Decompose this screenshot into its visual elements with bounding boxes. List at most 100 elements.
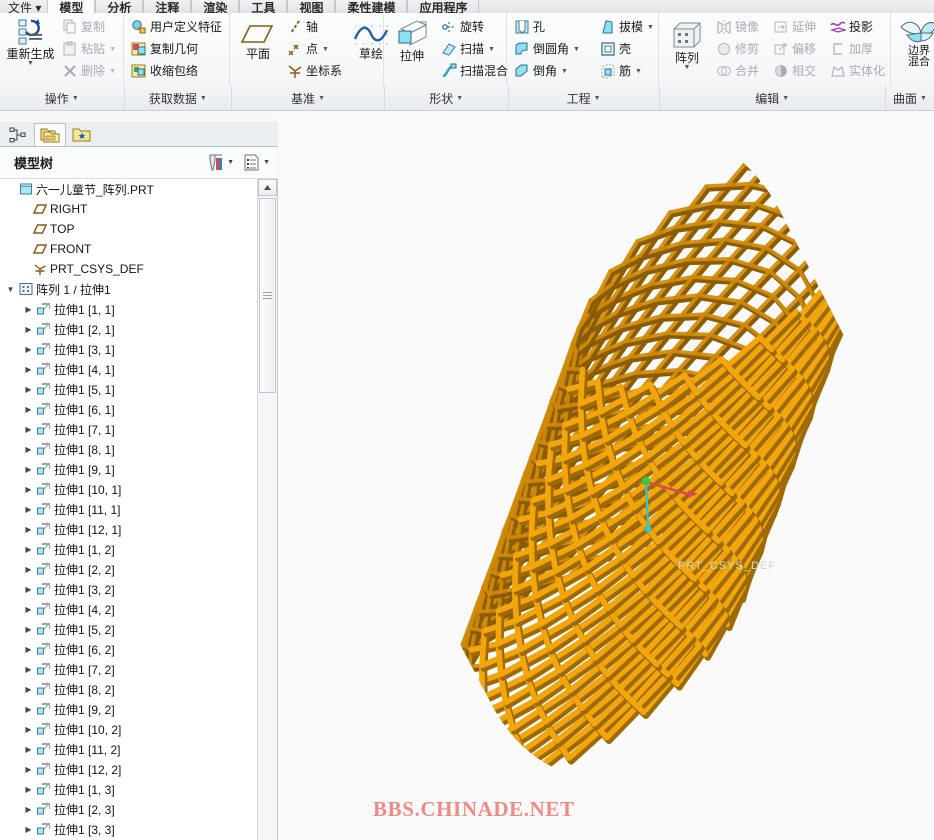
expand-toggle-icon[interactable]: ▶ [22, 325, 35, 334]
tab-0[interactable]: 文件 ▾ [2, 0, 47, 13]
copy-button[interactable]: 复制 [58, 16, 120, 38]
group-label-编辑[interactable]: 编辑 ▼ [660, 86, 886, 110]
extend-button[interactable]: 延伸 [769, 16, 820, 38]
expand-toggle-icon[interactable]: ▶ [22, 785, 35, 794]
chevron-down-icon[interactable]: ▼ [594, 95, 601, 102]
chevron-down-icon[interactable]: ▼ [322, 46, 329, 53]
chevron-down-icon[interactable]: ▼ [456, 95, 463, 102]
expand-toggle-icon[interactable]: ▶ [22, 365, 35, 374]
tree-row[interactable]: PRT_CSYS_DEF [0, 259, 256, 279]
chevron-down-icon[interactable]: ▼ [561, 68, 568, 75]
tree-row[interactable]: RIGHT [0, 199, 256, 219]
tree-row[interactable]: ▶ 拉伸1 [3, 1] [0, 339, 256, 359]
udf-button[interactable]: 用户定义特征 [127, 16, 226, 38]
tree-row[interactable]: ▶ 拉伸1 [3, 2] [0, 579, 256, 599]
scrollbar-track[interactable] [258, 196, 277, 840]
tree-row[interactable]: ▶ 拉伸1 [10, 1] [0, 479, 256, 499]
tree-row[interactable]: ▶ 拉伸1 [2, 1] [0, 319, 256, 339]
revolve-button[interactable]: 旋转 [437, 16, 512, 38]
paste-button[interactable]: 粘贴 ▼ [58, 38, 120, 60]
swept-blend-button[interactable]: 扫描混合 [437, 60, 512, 82]
tree-row[interactable]: ▶ 拉伸1 [4, 2] [0, 599, 256, 619]
tree-row[interactable]: ▶ 拉伸1 [9, 1] [0, 459, 256, 479]
group-label-曲面[interactable]: 曲面 ▼ [886, 86, 934, 110]
round-button[interactable]: 倒圆角 ▼ [510, 38, 584, 60]
chevron-down-icon[interactable]: ▼ [488, 46, 495, 53]
rib-button[interactable]: 筋 ▼ [596, 60, 658, 82]
expand-toggle-icon[interactable]: ▶ [22, 385, 35, 394]
expand-toggle-icon[interactable]: ▶ [22, 305, 35, 314]
tree-row[interactable]: ▶ 拉伸1 [2, 2] [0, 559, 256, 579]
chevron-down-icon[interactable]: ▼ [647, 24, 654, 31]
extrude-button[interactable]: 拉伸 [387, 15, 437, 86]
expand-toggle-icon[interactable]: ▶ [22, 685, 35, 694]
expand-toggle-icon[interactable]: ▶ [22, 405, 35, 414]
intersect-button[interactable]: 相交 [769, 60, 820, 82]
merge-button[interactable]: 合并 [712, 60, 763, 82]
trim-button[interactable]: 修剪 [712, 38, 763, 60]
expand-toggle-icon[interactable]: ▶ [22, 465, 35, 474]
chevron-down-icon[interactable]: ▼ [109, 46, 116, 53]
expand-toggle-icon[interactable]: ▶ [22, 605, 35, 614]
draft-button[interactable]: 拔模 ▼ [596, 16, 658, 38]
tree-row[interactable]: ▶ 拉伸1 [9, 2] [0, 699, 256, 719]
chevron-down-icon[interactable]: ▼ [573, 46, 580, 53]
expand-toggle-icon[interactable]: ▶ [22, 665, 35, 674]
expand-toggle-icon[interactable]: ▶ [22, 505, 35, 514]
chevron-down-icon[interactable]: ▼ [318, 95, 325, 102]
group-label-基准[interactable]: 基准 ▼ [232, 86, 385, 110]
chevron-down-icon[interactable]: ▼ [27, 60, 34, 67]
expand-toggle-icon[interactable]: ▶ [22, 725, 35, 734]
model-tree-pane[interactable]: 六一儿童节_阵列.PRT RIGHT TOP FRONT PRT_CSYS_DEF ▼ 阵列… [0, 179, 278, 840]
chevron-down-icon[interactable]: ▼ [920, 95, 927, 102]
regenerate-button[interactable]: 重新生成 ▼ [3, 15, 58, 86]
copy-geometry-button[interactable]: 复制几何 [127, 38, 226, 60]
tree-row[interactable]: ▶ 拉伸1 [1, 3] [0, 779, 256, 799]
expand-toggle-icon[interactable]: ▶ [22, 485, 35, 494]
tree-row[interactable]: ▶ 拉伸1 [8, 2] [0, 679, 256, 699]
tree-row[interactable]: ▶ 拉伸1 [1, 1] [0, 299, 256, 319]
hole-button[interactable]: 孔 [510, 16, 584, 38]
tree-display-button[interactable]: ▼ [242, 153, 270, 172]
expand-toggle-icon[interactable]: ▶ [22, 345, 35, 354]
chevron-down-icon[interactable]: ▼ [109, 68, 116, 75]
expand-toggle-icon[interactable]: ▶ [22, 525, 35, 534]
scrollbar-thumb[interactable] [259, 198, 276, 393]
tree-row[interactable]: ▼ 阵列 1 / 拉伸1 [0, 279, 256, 299]
chevron-down-icon[interactable]: ▼ [684, 64, 691, 71]
group-label-形状[interactable]: 形状 ▼ [385, 86, 509, 110]
expand-toggle-icon[interactable]: ▶ [22, 645, 35, 654]
graphics-viewport[interactable]: PRT_CSYS_DEF BBS.CHINADE.NET [278, 112, 934, 840]
tab-2[interactable]: 分析 [95, 0, 144, 13]
tree-row[interactable]: ▶ 拉伸1 [5, 2] [0, 619, 256, 639]
expand-toggle-icon[interactable]: ▶ [22, 765, 35, 774]
tree-row[interactable]: ▶ 拉伸1 [3, 3] [0, 819, 256, 839]
tree-row[interactable]: ▶ 拉伸1 [1, 2] [0, 539, 256, 559]
chevron-down-icon[interactable]: ▼ [200, 95, 207, 102]
tree-row[interactable]: ▶ 拉伸1 [5, 1] [0, 379, 256, 399]
thicken-button[interactable]: 加厚 [826, 38, 889, 60]
tree-row[interactable]: FRONT [0, 239, 256, 259]
tree-row[interactable]: ▶ 拉伸1 [11, 1] [0, 499, 256, 519]
chevron-down-icon[interactable]: ▼ [782, 95, 789, 102]
tab-7[interactable]: 柔性建模 [335, 0, 408, 13]
tree-row[interactable]: ▶ 拉伸1 [10, 2] [0, 719, 256, 739]
datum-csys-button[interactable]: 坐标系 [283, 60, 346, 82]
tree-row[interactable]: ▶ 拉伸1 [7, 1] [0, 419, 256, 439]
group-label-操作[interactable]: 操作 ▼ [0, 86, 125, 110]
chamfer-button[interactable]: 倒角 ▼ [510, 60, 584, 82]
expand-toggle-icon[interactable]: ▶ [22, 625, 35, 634]
offset-button[interactable]: 偏移 [769, 38, 820, 60]
datum-point-button[interactable]: 点 ▼ [283, 38, 346, 60]
tree-row[interactable]: ▶ 拉伸1 [12, 1] [0, 519, 256, 539]
expand-toggle-icon[interactable]: ▶ [22, 705, 35, 714]
tree-row[interactable]: ▶ 拉伸1 [12, 2] [0, 759, 256, 779]
chevron-down-icon[interactable]: ▼ [635, 68, 642, 75]
tree-row[interactable]: 六一儿童节_阵列.PRT [0, 179, 256, 199]
tab-8[interactable]: 应用程序 [407, 0, 480, 13]
project-button[interactable]: 投影 [826, 16, 889, 38]
tree-row[interactable]: ▶ 拉伸1 [7, 2] [0, 659, 256, 679]
folder-browser-tab[interactable] [34, 123, 66, 146]
tree-filters-button[interactable]: ▼ [206, 153, 234, 172]
expand-toggle-icon[interactable]: ▶ [22, 745, 35, 754]
